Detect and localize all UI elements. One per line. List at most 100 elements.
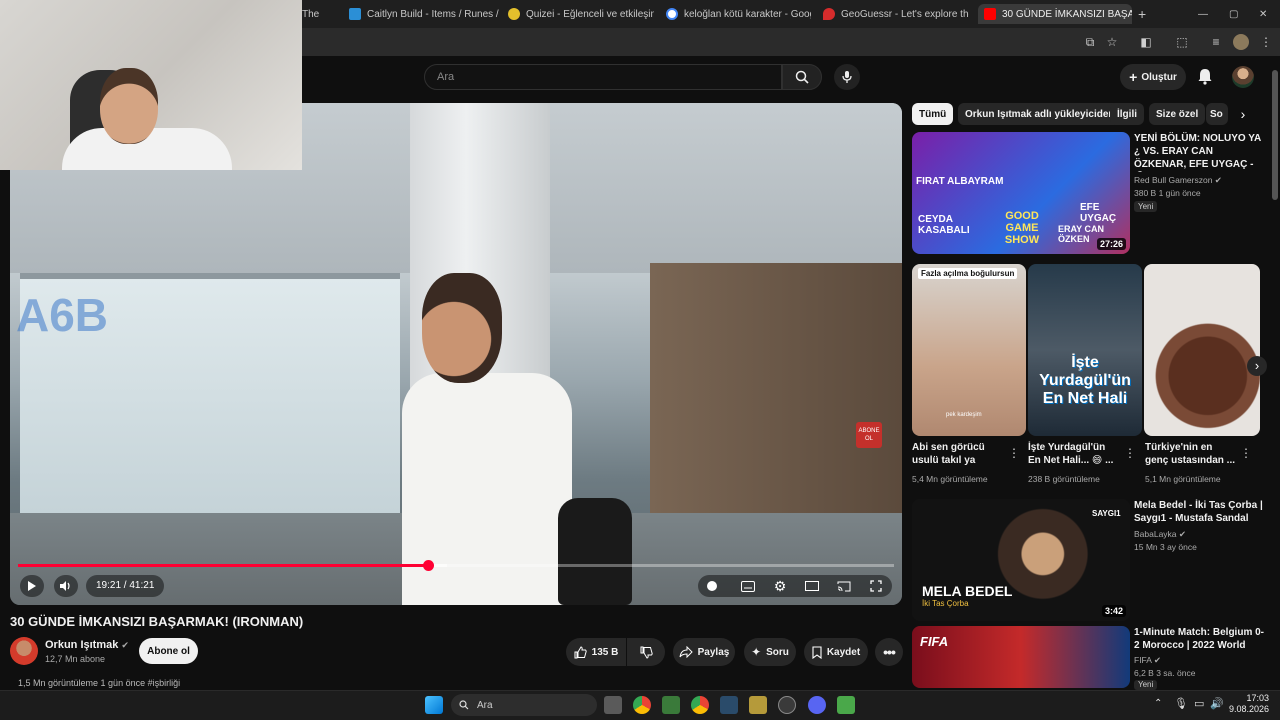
app-icon-green[interactable] [837,696,855,714]
video-frame-backpack [558,498,632,605]
browser-tab-5-active[interactable]: 30 GÜNDE İMKANSIZI BAŞARM ✕ [978,4,1132,24]
rec-thumbnail-2[interactable]: FIFA [912,626,1130,688]
autoplay-toggle[interactable] [700,575,724,597]
voice-search-button[interactable] [834,64,860,90]
taskbar-search-input[interactable]: Ara [451,694,597,716]
short-views-1: 238 B görüntüleme [1028,474,1100,484]
share-button[interactable]: Paylaş [673,638,735,666]
search-button[interactable] [782,64,822,90]
bookmark-star-icon[interactable]: ☆ [1104,34,1120,50]
search-input[interactable]: Ara [424,64,782,90]
rec-thumbnail-0[interactable]: FIRAT ALBAYRAM CEYDA KASABALI GOOD GAME … [912,132,1130,254]
minimize-button[interactable]: — [1198,4,1210,24]
rec-title-1[interactable]: Mela Bedel - İki Tas Çorba | Saygı1 - Mu… [1134,499,1264,526]
thumb-text: EFE UYGAÇ [1080,202,1117,224]
browser-tab-3[interactable]: keloğlan kötü karakter - Googl ✕ [666,4,811,24]
autoplay-icon [707,581,717,591]
channel-name[interactable]: Orkun Işıtmak ✔ [45,639,129,651]
fullscreen-button[interactable] [864,575,888,597]
chip-related[interactable]: İlgili [1110,103,1144,125]
browser-tab-0[interactable]: The [302,4,342,24]
page-scrollbar-thumb[interactable] [1272,70,1278,200]
short-title-1[interactable]: İşte Yurdagül'ün En Net Hali... 😄 ... [1028,441,1120,469]
progress-bar-played [18,564,428,567]
taskbar-clock[interactable]: 17:03 9.08.2026 [1229,693,1269,715]
speaker-icon[interactable]: 🔊 [1210,697,1224,710]
rec-channel-1[interactable]: BabaLayka ✔ [1134,528,1186,540]
install-app-icon[interactable]: ⧉ [1082,34,1098,50]
verified-check-icon: ✔ [1153,655,1161,665]
shorts-next-arrow-icon[interactable]: › [1247,356,1267,376]
microphone-icon [842,71,852,83]
short-caption: pek kardeşim [946,412,982,418]
task-view-icon[interactable] [604,696,622,714]
short-title-0[interactable]: Abi sen görücü usulü takıl ya [912,441,1002,469]
tab-label: Caitlyn Build - Items / Runes / I [367,8,501,20]
short-menu-icon[interactable]: ⋮ [1124,446,1136,460]
browser-tab-4[interactable]: GeoGuessr - Let's explore the w ✕ [823,4,969,24]
subtitles-button[interactable] [736,575,760,597]
rec-meta-0: 380 B 1 gün önce [1134,188,1201,198]
progress-scrubber-handle[interactable] [422,560,434,571]
description-peek[interactable]: 1,5 Mn görüntüleme 1 gün önce #işbirliği [10,678,902,690]
geoguessr-favicon-icon [823,8,835,20]
short-title-2[interactable]: Türkiye'nin en genç ustasından ... [1145,441,1237,469]
minecraft-icon[interactable] [662,696,680,714]
chrome-active-icon[interactable] [691,696,709,714]
microphone-tray-icon[interactable]: 🎙 [1174,697,1188,710]
more-dots-icon: ••• [883,644,896,660]
rec-title-0[interactable]: YENİ BÖLÜM: NOLUYO YA ¿ VS. ERAY CAN ÖZK… [1134,132,1264,172]
short-menu-icon[interactable]: ⋮ [1240,446,1252,460]
tray-chevron-icon[interactable]: ⌃ [1154,698,1162,709]
cast-button[interactable] [832,575,856,597]
steam-icon[interactable] [720,696,738,714]
chip-for-you[interactable]: Size özel [1149,103,1206,125]
theater-mode-button[interactable] [800,575,824,597]
channel-avatar[interactable] [10,637,38,665]
reading-list-icon[interactable]: ≡ [1208,34,1224,50]
chrome-icon[interactable] [633,696,651,714]
short-thumbnail-1[interactable]: İşte Yurdagül'ün En Net Hali [1028,264,1142,436]
like-button[interactable]: 135 B [566,638,626,666]
create-button[interactable]: + Oluştur [1120,64,1186,90]
extensions-icon[interactable]: ◧ [1138,34,1154,50]
short-menu-icon[interactable]: ⋮ [1008,446,1020,460]
chip-partial[interactable]: So [1206,103,1228,125]
account-avatar[interactable] [1232,66,1254,88]
rec-thumbnail-1[interactable]: MELA BEDEL İki Tas Çorba SAYGI1 3:42 [912,499,1130,621]
app-icon[interactable] [778,696,796,714]
play-button[interactable] [20,575,44,597]
close-window-button[interactable]: ✕ [1259,4,1271,24]
save-button[interactable]: Kaydet [804,638,868,666]
settings-button[interactable]: ⚙ [768,575,792,597]
video-frame-wall [650,263,902,523]
rec-title-2[interactable]: 1-Minute Match: Belgium 0-2 Morocco | 20… [1134,626,1264,653]
browser-tab-2[interactable]: Quizei - Eğlenceli ve etkileşim ✕ [508,4,654,24]
notifications-button[interactable] [1196,67,1214,85]
thumb-text: FIFA [920,634,949,649]
browser-tab-1[interactable]: Caitlyn Build - Items / Runes / I ✕ [349,4,501,24]
rec-channel-0[interactable]: Red Bull Gamerszon ✔ [1134,174,1222,186]
subscribe-button[interactable]: Abone ol [139,638,198,664]
chip-from-uploader[interactable]: Orkun Işıtmak adlı yükleyiciden [958,103,1122,125]
discord-icon[interactable] [808,696,826,714]
chip-all[interactable]: Tümü [912,103,954,125]
league-client-icon[interactable] [749,696,767,714]
subscribe-watermark[interactable]: ABONE OL [856,422,882,448]
menu-dots-icon[interactable]: ⋮ [1258,34,1274,50]
chips-next-arrow-icon[interactable]: › [1234,105,1252,123]
windows-start-icon[interactable] [425,696,443,714]
screenshot-icon[interactable]: ⬚ [1174,34,1190,50]
ask-button[interactable]: ✦ Soru [744,638,796,666]
video-player[interactable]: A6B [10,103,902,605]
rec-channel-2[interactable]: FIFA ✔ [1134,654,1161,666]
dislike-button[interactable] [627,638,665,666]
network-icon[interactable]: ▭ [1194,697,1204,710]
new-tab-button[interactable]: + [1138,4,1152,24]
short-thumbnail-0[interactable]: Fazla açılma boğulursun pek kardeşim [912,264,1026,436]
profile-avatar-icon[interactable] [1233,34,1249,50]
more-actions-button[interactable]: ••• [875,638,903,666]
volume-button[interactable] [54,575,78,597]
maximize-button[interactable]: ▢ [1229,4,1241,24]
short-thumbnail-2[interactable] [1144,264,1260,436]
